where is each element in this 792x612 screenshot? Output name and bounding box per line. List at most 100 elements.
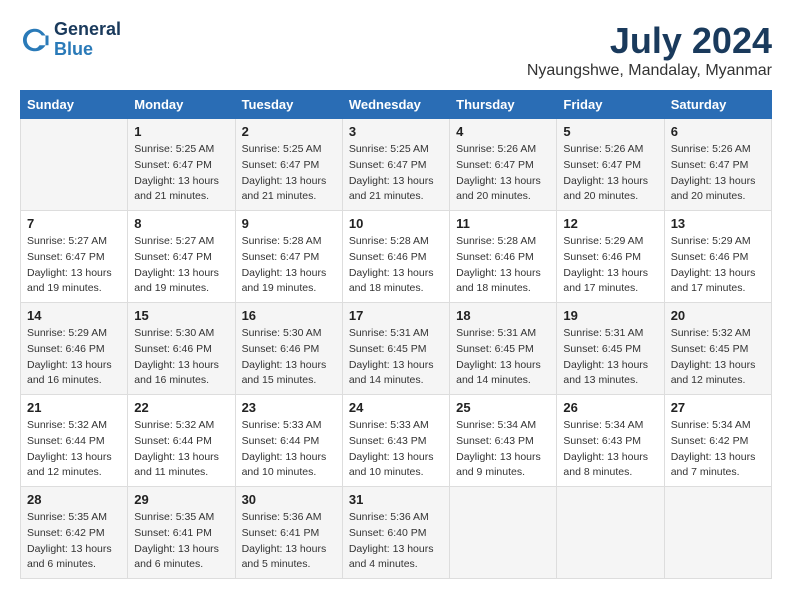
day-info: Sunrise: 5:25 AM Sunset: 6:47 PM Dayligh… xyxy=(242,142,336,205)
day-info: Sunrise: 5:31 AM Sunset: 6:45 PM Dayligh… xyxy=(563,326,657,389)
day-info: Sunrise: 5:27 AM Sunset: 6:47 PM Dayligh… xyxy=(27,234,121,297)
col-saturday: Saturday xyxy=(664,91,771,119)
col-thursday: Thursday xyxy=(450,91,557,119)
day-info: Sunrise: 5:28 AM Sunset: 6:46 PM Dayligh… xyxy=(349,234,443,297)
day-number: 14 xyxy=(27,308,121,323)
table-cell: 15 Sunrise: 5:30 AM Sunset: 6:46 PM Dayli… xyxy=(128,303,235,395)
day-number: 3 xyxy=(349,124,443,139)
day-number: 8 xyxy=(134,216,228,231)
title-block: July 2024 Nyaungshwe, Mandalay, Myanmar xyxy=(527,20,772,80)
table-cell: 16 Sunrise: 5:30 AM Sunset: 6:46 PM Dayli… xyxy=(235,303,342,395)
day-number: 19 xyxy=(563,308,657,323)
day-info: Sunrise: 5:33 AM Sunset: 6:43 PM Dayligh… xyxy=(349,418,443,481)
day-info: Sunrise: 5:25 AM Sunset: 6:47 PM Dayligh… xyxy=(134,142,228,205)
day-info: Sunrise: 5:35 AM Sunset: 6:42 PM Dayligh… xyxy=(27,510,121,573)
table-cell: 25 Sunrise: 5:34 AM Sunset: 6:43 PM Dayli… xyxy=(450,395,557,487)
day-info: Sunrise: 5:25 AM Sunset: 6:47 PM Dayligh… xyxy=(349,142,443,205)
day-number: 31 xyxy=(349,492,443,507)
table-cell: 14 Sunrise: 5:29 AM Sunset: 6:46 PM Dayli… xyxy=(21,303,128,395)
day-info: Sunrise: 5:27 AM Sunset: 6:47 PM Dayligh… xyxy=(134,234,228,297)
day-info: Sunrise: 5:33 AM Sunset: 6:44 PM Dayligh… xyxy=(242,418,336,481)
day-number: 4 xyxy=(456,124,550,139)
col-friday: Friday xyxy=(557,91,664,119)
table-cell: 9 Sunrise: 5:28 AM Sunset: 6:47 PM Daylig… xyxy=(235,211,342,303)
table-cell xyxy=(557,487,664,579)
day-number: 16 xyxy=(242,308,336,323)
day-number: 21 xyxy=(27,400,121,415)
table-cell: 26Sunrise: 5:34 AM Sunset: 6:43 PM Dayli… xyxy=(557,395,664,487)
day-number: 25 xyxy=(456,400,550,415)
table-cell: 13 Sunrise: 5:29 AM Sunset: 6:46 PM Dayli… xyxy=(664,211,771,303)
day-number: 5 xyxy=(563,124,657,139)
table-cell: 17 Sunrise: 5:31 AM Sunset: 6:45 PM Dayli… xyxy=(342,303,449,395)
logo: General Blue xyxy=(20,20,121,60)
table-cell: 2 Sunrise: 5:25 AM Sunset: 6:47 PM Daylig… xyxy=(235,119,342,211)
table-cell: 27Sunrise: 5:34 AM Sunset: 6:42 PM Dayli… xyxy=(664,395,771,487)
day-info: Sunrise: 5:31 AM Sunset: 6:45 PM Dayligh… xyxy=(456,326,550,389)
day-info: Sunrise: 5:34 AM Sunset: 6:43 PM Dayligh… xyxy=(456,418,550,481)
day-number: 17 xyxy=(349,308,443,323)
table-row: 21 Sunrise: 5:32 AM Sunset: 6:44 PM Dayli… xyxy=(21,395,772,487)
col-sunday: Sunday xyxy=(21,91,128,119)
table-cell: 23 Sunrise: 5:33 AM Sunset: 6:44 PM Dayli… xyxy=(235,395,342,487)
col-wednesday: Wednesday xyxy=(342,91,449,119)
day-number: 7 xyxy=(27,216,121,231)
table-cell: 18Sunrise: 5:31 AM Sunset: 6:45 PM Dayli… xyxy=(450,303,557,395)
day-info: Sunrise: 5:29 AM Sunset: 6:46 PM Dayligh… xyxy=(27,326,121,389)
day-info: Sunrise: 5:28 AM Sunset: 6:47 PM Dayligh… xyxy=(242,234,336,297)
day-info: Sunrise: 5:26 AM Sunset: 6:47 PM Dayligh… xyxy=(671,142,765,205)
location-subtitle: Nyaungshwe, Mandalay, Myanmar xyxy=(527,62,772,80)
table-cell: 6 Sunrise: 5:26 AM Sunset: 6:47 PM Daylig… xyxy=(664,119,771,211)
day-number: 24 xyxy=(349,400,443,415)
logo-line1: General xyxy=(54,19,121,39)
day-info: Sunrise: 5:36 AM Sunset: 6:41 PM Dayligh… xyxy=(242,510,336,573)
table-cell: 20 Sunrise: 5:32 AM Sunset: 6:45 PM Dayli… xyxy=(664,303,771,395)
day-info: Sunrise: 5:30 AM Sunset: 6:46 PM Dayligh… xyxy=(134,326,228,389)
table-cell: 5 Sunrise: 5:26 AM Sunset: 6:47 PM Daylig… xyxy=(557,119,664,211)
day-info: Sunrise: 5:28 AM Sunset: 6:46 PM Dayligh… xyxy=(456,234,550,297)
table-cell xyxy=(21,119,128,211)
calendar-table: Sunday Monday Tuesday Wednesday Thursday… xyxy=(20,90,772,579)
logo-line2: Blue xyxy=(54,39,93,59)
day-number: 1 xyxy=(134,124,228,139)
table-row: 14 Sunrise: 5:29 AM Sunset: 6:46 PM Dayli… xyxy=(21,303,772,395)
table-cell: 3 Sunrise: 5:25 AM Sunset: 6:47 PM Daylig… xyxy=(342,119,449,211)
table-cell: 10 Sunrise: 5:28 AM Sunset: 6:46 PM Dayli… xyxy=(342,211,449,303)
day-number: 15 xyxy=(134,308,228,323)
day-number: 11 xyxy=(456,216,550,231)
day-info: Sunrise: 5:30 AM Sunset: 6:46 PM Dayligh… xyxy=(242,326,336,389)
day-info: Sunrise: 5:29 AM Sunset: 6:46 PM Dayligh… xyxy=(671,234,765,297)
table-cell: 19 Sunrise: 5:31 AM Sunset: 6:45 PM Dayli… xyxy=(557,303,664,395)
day-number: 10 xyxy=(349,216,443,231)
table-cell: 11 Sunrise: 5:28 AM Sunset: 6:46 PM Dayli… xyxy=(450,211,557,303)
day-info: Sunrise: 5:32 AM Sunset: 6:44 PM Dayligh… xyxy=(134,418,228,481)
day-info: Sunrise: 5:26 AM Sunset: 6:47 PM Dayligh… xyxy=(563,142,657,205)
day-number: 23 xyxy=(242,400,336,415)
day-info: Sunrise: 5:36 AM Sunset: 6:40 PM Dayligh… xyxy=(349,510,443,573)
month-title: July 2024 xyxy=(527,20,772,62)
table-cell: 4Sunrise: 5:26 AM Sunset: 6:47 PM Daylig… xyxy=(450,119,557,211)
table-cell xyxy=(664,487,771,579)
table-cell: 7 Sunrise: 5:27 AM Sunset: 6:47 PM Daylig… xyxy=(21,211,128,303)
day-number: 6 xyxy=(671,124,765,139)
table-row: 1 Sunrise: 5:25 AM Sunset: 6:47 PM Daylig… xyxy=(21,119,772,211)
table-cell xyxy=(450,487,557,579)
day-number: 9 xyxy=(242,216,336,231)
day-info: Sunrise: 5:31 AM Sunset: 6:45 PM Dayligh… xyxy=(349,326,443,389)
table-cell: 21 Sunrise: 5:32 AM Sunset: 6:44 PM Dayli… xyxy=(21,395,128,487)
logo-icon xyxy=(20,25,50,55)
day-info: Sunrise: 5:32 AM Sunset: 6:45 PM Dayligh… xyxy=(671,326,765,389)
day-info: Sunrise: 5:32 AM Sunset: 6:44 PM Dayligh… xyxy=(27,418,121,481)
table-cell: 8 Sunrise: 5:27 AM Sunset: 6:47 PM Daylig… xyxy=(128,211,235,303)
day-number: 2 xyxy=(242,124,336,139)
day-info: Sunrise: 5:34 AM Sunset: 6:43 PM Dayligh… xyxy=(563,418,657,481)
col-tuesday: Tuesday xyxy=(235,91,342,119)
table-cell: 30Sunrise: 5:36 AM Sunset: 6:41 PM Dayli… xyxy=(235,487,342,579)
day-number: 20 xyxy=(671,308,765,323)
table-cell: 28Sunrise: 5:35 AM Sunset: 6:42 PM Dayli… xyxy=(21,487,128,579)
day-number: 27 xyxy=(671,400,765,415)
table-cell: 29Sunrise: 5:35 AM Sunset: 6:41 PM Dayli… xyxy=(128,487,235,579)
day-number: 13 xyxy=(671,216,765,231)
day-info: Sunrise: 5:35 AM Sunset: 6:41 PM Dayligh… xyxy=(134,510,228,573)
table-row: 7 Sunrise: 5:27 AM Sunset: 6:47 PM Daylig… xyxy=(21,211,772,303)
